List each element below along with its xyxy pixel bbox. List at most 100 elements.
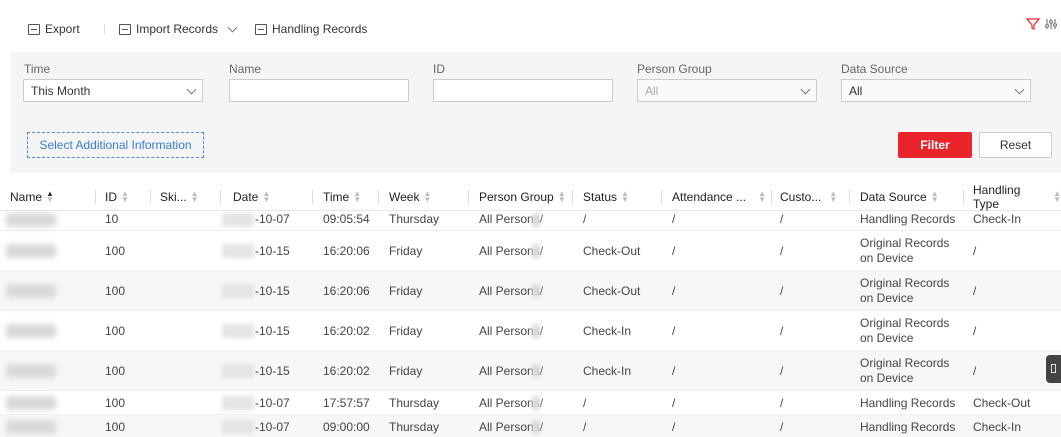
header-data-source[interactable]: Data Source ▲ ▼ (860, 183, 939, 210)
cell-data-source: Original Records on Device (860, 275, 950, 305)
table-row[interactable]: 100 -10-07 09:00:00 Thursday All Persons… (0, 415, 1061, 437)
filter-button[interactable]: Filter (898, 132, 972, 158)
cell-time: 16:20:02 (323, 363, 370, 378)
redacted-name (6, 244, 56, 258)
cell-week: Thursday (389, 211, 440, 226)
person-group-label: Person Group (637, 62, 712, 76)
cell-status: / (583, 211, 587, 226)
side-panel-handle[interactable] (1046, 355, 1061, 383)
cell-status: Check-Out (583, 243, 641, 258)
name-input[interactable] (229, 79, 409, 102)
sort-icon: ▲ ▼ (621, 188, 629, 204)
person-group-value: All (645, 83, 659, 98)
cell-week: Friday (389, 283, 423, 298)
cell-data-source: Original Records on Device (860, 355, 950, 385)
redacted-group (532, 244, 540, 258)
sort-icon: ▲ ▼ (1053, 188, 1061, 204)
cell-status: / (583, 419, 587, 434)
import-icon (119, 23, 131, 35)
header-week[interactable]: Week ▲ ▼ (389, 183, 431, 210)
toolbar: Export Import Records Handling Records (0, 0, 1061, 52)
table-row[interactable]: 100 -10-15 16:20:06 Friday All Persons/ … (0, 271, 1061, 311)
cell-week: Friday (389, 363, 423, 378)
cell-custom: / (780, 419, 784, 434)
cell-status: Check-In (583, 323, 632, 338)
cell-time: 16:20:06 (323, 243, 370, 258)
data-source-select[interactable]: All (841, 79, 1031, 102)
import-records-button[interactable]: Import Records (119, 21, 238, 37)
table-row[interactable]: 10 -10-07 09:05:54 Thursday All Persons/… (0, 210, 1061, 231)
header-id[interactable]: ID ▲ ▼ (105, 183, 129, 210)
select-additional-info-button[interactable]: Select Additional Information (27, 132, 204, 158)
redacted-name (6, 396, 56, 410)
table-header: Name ▲ ▼ ID ▲ ▼ Ski... ▲ ▼ Date ▲ ▼ Time ▲ ▼ … (0, 183, 1061, 211)
sort-icon: ▲ ▼ (423, 188, 432, 204)
cell-date: -10-15 (255, 363, 290, 378)
data-source-value: All (849, 83, 863, 98)
person-group-select[interactable]: All (637, 79, 817, 102)
column-settings-icon[interactable] (1045, 17, 1057, 31)
header-time[interactable]: Time ▲ ▼ (323, 183, 361, 210)
redacted-group (532, 324, 540, 338)
header-skill[interactable]: Ski... ▲ ▼ (160, 183, 199, 210)
sort-icon: ▲ ▼ (121, 188, 129, 204)
time-select[interactable]: This Month (23, 79, 203, 102)
filter-funnel-icon[interactable] (1026, 17, 1040, 31)
sort-icon: ▲ ▼ (353, 188, 362, 204)
header-divider (468, 190, 469, 204)
sort-icon: ▲ ▼ (262, 188, 271, 204)
redacted-group (532, 284, 540, 298)
table-row[interactable]: 100 -10-15 16:20:06 Friday All Persons/ … (0, 231, 1061, 271)
sort-icon: ▲ ▼ (46, 188, 54, 204)
cell-date: -10-15 (255, 243, 290, 258)
header-divider (963, 190, 964, 204)
cell-handling-type: Check-Out (973, 395, 1031, 410)
cell-handling-type: / (973, 363, 977, 378)
header-person-group[interactable]: Person Group ▲ ▼ (479, 183, 566, 210)
redacted-name (6, 284, 56, 298)
cell-week: Thursday (389, 395, 440, 410)
header-name[interactable]: Name ▲ ▼ (10, 183, 54, 210)
cell-time: 16:20:06 (323, 283, 370, 298)
header-divider (771, 190, 772, 204)
cell-date: -10-07 (255, 395, 290, 410)
reset-button[interactable]: Reset (979, 132, 1052, 158)
cell-attendance: / (672, 395, 676, 410)
cell-custom: / (780, 363, 784, 378)
cell-date: -10-07 (255, 419, 290, 434)
export-label: Export (45, 22, 80, 36)
time-value: This Month (31, 83, 91, 98)
header-attendance[interactable]: Attendance ... ▲ ▼ (672, 183, 766, 210)
cell-id: 100 (105, 283, 126, 298)
header-custom[interactable]: Custo... ▲ ▼ (780, 183, 837, 210)
sort-icon: ▲ ▼ (557, 188, 566, 204)
cell-custom: / (780, 323, 784, 338)
cell-week: Friday (389, 323, 423, 338)
redacted-name (6, 364, 56, 378)
header-handling-type[interactable]: Handling Type ▲ ▼ (973, 183, 1061, 211)
cell-time: 09:05:54 (323, 211, 370, 226)
header-divider (312, 190, 313, 204)
cell-handling-type: Check-In (973, 211, 1022, 226)
cell-id: 100 (105, 363, 126, 378)
name-label: Name (229, 62, 262, 76)
cell-data-source: Original Records on Device (860, 315, 950, 345)
export-button[interactable]: Export (28, 21, 80, 37)
filter-panel: Time This Month Name ID Person Group All… (10, 52, 1061, 173)
sort-icon: ▲ ▼ (829, 188, 838, 204)
cell-attendance: / (672, 323, 676, 338)
sort-icon: ▲ ▼ (190, 188, 199, 204)
handling-label: Handling Records (272, 22, 368, 36)
header-date[interactable]: Date ▲ ▼ (233, 183, 270, 210)
header-divider (95, 190, 96, 204)
header-status[interactable]: Status ▲ ▼ (583, 183, 629, 210)
cell-attendance: / (672, 363, 676, 378)
cell-id: 100 (105, 323, 126, 338)
handling-records-button[interactable]: Handling Records (255, 21, 367, 37)
table-row[interactable]: 100 -10-15 16:20:02 Friday All Persons/ … (0, 311, 1061, 351)
handling-icon (255, 23, 267, 35)
table-row[interactable]: 100 -10-07 17:57:57 Thursday All Persons… (0, 391, 1061, 415)
id-input[interactable] (433, 79, 613, 102)
chevron-down-icon (1014, 84, 1025, 94)
table-row[interactable]: 100 -10-15 16:20:02 Friday All Persons/ … (0, 351, 1061, 391)
